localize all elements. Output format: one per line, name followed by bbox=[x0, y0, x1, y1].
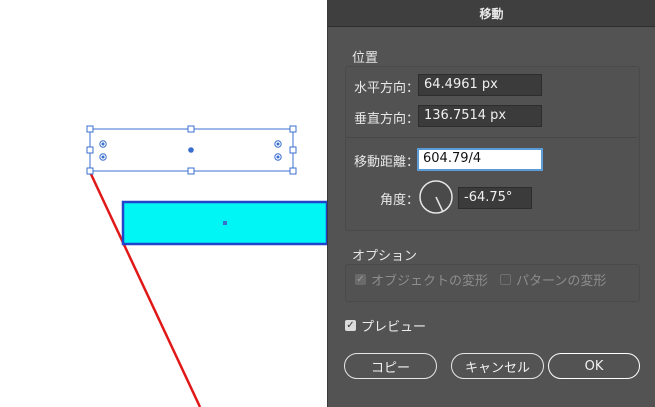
transform-objects-option: ✓ オブジェクトの変形 bbox=[355, 270, 488, 289]
transform-patterns-checkbox bbox=[500, 274, 511, 285]
dialog-title: 移動 bbox=[479, 6, 504, 21]
handle-top-middle[interactable] bbox=[187, 125, 195, 133]
transform-objects-checkbox: ✓ bbox=[355, 273, 366, 285]
options-section-title: オプション bbox=[352, 249, 418, 264]
transform-objects-label: オブジェクトの変形 bbox=[371, 274, 489, 289]
dialog-titlebar[interactable]: 移動 bbox=[328, 0, 655, 27]
handle-top-right[interactable] bbox=[289, 125, 297, 133]
handle-middle-left[interactable] bbox=[86, 146, 94, 154]
handle-middle-right[interactable] bbox=[289, 146, 297, 154]
preview-checkbox[interactable]: ✓ bbox=[345, 320, 356, 331]
bounding-box-center-point bbox=[188, 147, 194, 153]
transform-patterns-label: パターンの変形 bbox=[516, 274, 607, 289]
handle-bottom-right[interactable] bbox=[289, 167, 297, 175]
handle-top-left[interactable] bbox=[86, 125, 94, 133]
position-separator bbox=[346, 137, 637, 138]
preview-option[interactable]: ✓ プレビュー bbox=[345, 316, 426, 335]
move-dialog: 移動 位置 水平方向： 64.4961 px 垂直方向： 136.7514 px… bbox=[327, 0, 655, 407]
vertical-label: 垂直方向： bbox=[354, 112, 420, 127]
angle-input[interactable]: -64.75° bbox=[458, 187, 532, 209]
transform-patterns-option: パターンの変形 bbox=[500, 270, 606, 289]
preview-label: プレビュー bbox=[361, 320, 427, 335]
cyan-rectangle-center-point bbox=[223, 221, 227, 225]
position-section-title: 位置 bbox=[352, 51, 379, 66]
horizontal-input[interactable]: 64.4961 px bbox=[418, 74, 542, 96]
horizontal-label: 水平方向： bbox=[354, 81, 420, 96]
cancel-button[interactable]: キャンセル bbox=[451, 353, 544, 379]
distance-input[interactable]: 604.79/4 bbox=[417, 148, 543, 171]
distance-label: 移動距離： bbox=[354, 155, 420, 170]
angle-dial-icon[interactable] bbox=[418, 179, 454, 215]
copy-button[interactable]: コピー bbox=[344, 353, 437, 379]
selection-bounding-box[interactable] bbox=[86, 125, 297, 175]
ok-button[interactable]: OK bbox=[548, 353, 640, 379]
angle-label: 角度： bbox=[380, 193, 420, 208]
vertical-input[interactable]: 136.7514 px bbox=[418, 105, 542, 127]
handle-bottom-left[interactable] bbox=[86, 167, 94, 175]
handle-bottom-middle[interactable] bbox=[187, 167, 195, 175]
